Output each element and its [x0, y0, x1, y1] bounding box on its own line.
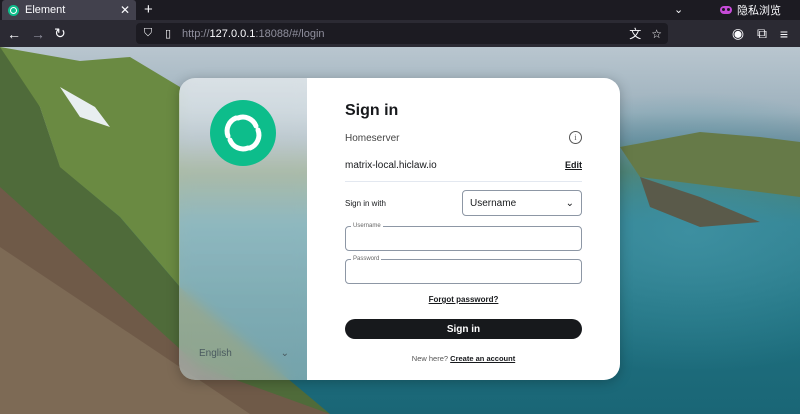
- language-selector[interactable]: English ⌄: [199, 348, 289, 359]
- page-info-icon[interactable]: ▯: [162, 27, 174, 40]
- translate-icon[interactable]: 文: [629, 25, 641, 42]
- edit-homeserver-link[interactable]: Edit: [565, 160, 582, 170]
- page-title: Sign in: [345, 102, 399, 119]
- list-tabs-chevron-icon[interactable]: ⌄: [674, 1, 683, 19]
- element-logo: [210, 100, 276, 166]
- card-brand-panel: English ⌄: [179, 78, 307, 380]
- homeserver-value: matrix-local.hiclaw.io: [345, 160, 437, 171]
- page-background: English ⌄ Sign in Homeserver i matrix-lo…: [0, 47, 800, 414]
- element-logo-icon: [224, 114, 262, 152]
- tab-close-icon[interactable]: ✕: [120, 3, 130, 17]
- chevron-down-icon: ⌄: [280, 348, 289, 359]
- shield-icon[interactable]: ⛉: [142, 27, 154, 40]
- password-field[interactable]: Password: [345, 256, 582, 284]
- login-method-value: Username: [470, 197, 517, 209]
- tab-bar: Element ✕ + ⌄ 隐私浏览: [0, 0, 800, 20]
- tab-title: Element: [25, 4, 66, 16]
- new-here-label: New here?: [411, 354, 449, 363]
- nav-bar: ← → ↻ ⛉ ▯ http://127.0.0.1:18088/#/login…: [0, 20, 800, 47]
- divider: [345, 181, 582, 182]
- element-favicon-icon: [8, 4, 19, 16]
- login-method-select[interactable]: Username ⌄: [462, 190, 582, 216]
- new-here-text: New here? Create an account: [307, 354, 620, 363]
- password-field-label: Password: [351, 256, 382, 262]
- bookmark-star-icon[interactable]: ☆: [651, 27, 662, 41]
- forgot-password-link[interactable]: Forgot password?: [307, 295, 620, 304]
- account-icon[interactable]: ◉: [728, 20, 748, 47]
- forward-arrow-icon[interactable]: →: [28, 20, 48, 47]
- sign-in-button[interactable]: Sign in: [345, 319, 582, 339]
- extensions-icon[interactable]: ⧉: [752, 20, 772, 47]
- create-account-link[interactable]: Create an account: [450, 354, 515, 363]
- username-field-label: Username: [351, 223, 383, 229]
- new-tab-button[interactable]: +: [144, 1, 153, 19]
- url-rest: :18088/#/login: [255, 27, 325, 40]
- private-label: 隐私浏览: [737, 5, 781, 17]
- login-form-panel: Sign in Homeserver i matrix-local.hiclaw…: [307, 78, 620, 380]
- url-text[interactable]: http://127.0.0.1:18088/#/login: [182, 28, 619, 40]
- homeserver-label: Homeserver: [345, 133, 400, 144]
- reload-icon[interactable]: ↻: [50, 20, 70, 47]
- browser-tab[interactable]: Element ✕: [2, 0, 136, 20]
- menu-icon[interactable]: ≡: [774, 20, 794, 47]
- login-card: English ⌄ Sign in Homeserver i matrix-lo…: [179, 78, 620, 380]
- language-label: English: [199, 348, 232, 359]
- sign-in-with-label: Sign in with: [345, 199, 386, 208]
- info-icon[interactable]: i: [569, 131, 582, 144]
- url-prefix: http://: [182, 27, 210, 40]
- private-mask-icon: [720, 6, 732, 14]
- username-field[interactable]: Username: [345, 223, 582, 251]
- chevron-down-icon: ⌄: [565, 197, 574, 209]
- url-bar[interactable]: ⛉ ▯ http://127.0.0.1:18088/#/login 文 ☆: [136, 23, 668, 44]
- back-arrow-icon[interactable]: ←: [4, 20, 24, 47]
- private-browsing-indicator: 隐私浏览: [720, 0, 781, 20]
- url-host: 127.0.0.1: [209, 27, 256, 40]
